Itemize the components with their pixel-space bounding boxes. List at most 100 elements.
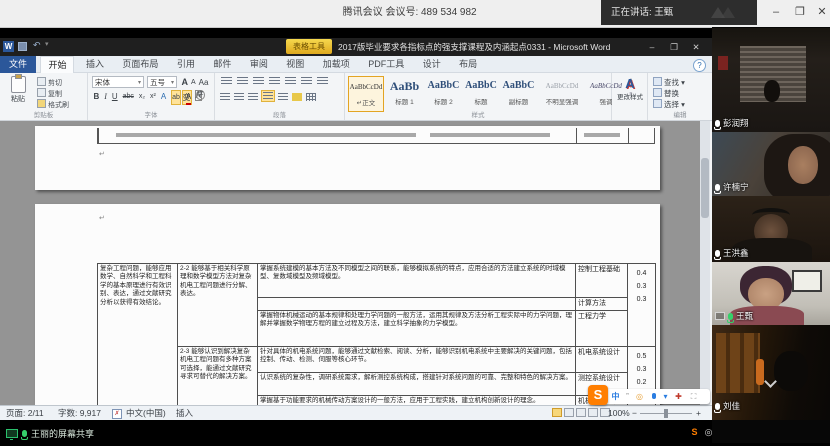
font-size-combo[interactable]: 五号 ▾ — [147, 76, 177, 88]
zoom-slider-thumb[interactable] — [664, 409, 668, 418]
grow-font-button[interactable]: A — [182, 76, 189, 89]
zoom-in-button[interactable]: + — [696, 406, 701, 420]
style-title[interactable]: AaBbC 标题 — [464, 76, 498, 112]
soft-keyboard-icon[interactable]: ▾ — [660, 389, 671, 404]
line-spacing-button[interactable] — [277, 92, 289, 102]
insert-mode-indicator[interactable]: 插入 — [176, 406, 193, 420]
font-color-button[interactable]: A — [185, 90, 192, 105]
replace-button[interactable]: 替换 — [653, 88, 679, 99]
cell-desc[interactable]: 掌握物体机械运动的基本规律和处理力学问题的一般方法，运用其规律及方法分析工程实际… — [257, 310, 576, 347]
cell-desc[interactable]: 掌握系统建模的基本方法及不同模型之间的联系，能够模拟系统的特点，应用合适的方法建… — [257, 263, 576, 298]
decrease-indent-icon[interactable] — [268, 77, 280, 86]
web-layout-view-icon[interactable] — [576, 408, 586, 417]
borders-button[interactable] — [305, 92, 317, 102]
paste-button[interactable]: 粘贴 — [4, 74, 32, 104]
bullet-list-icon[interactable] — [220, 77, 232, 86]
copy-button[interactable]: 复制 — [37, 88, 62, 99]
tab-view[interactable]: 视图 — [279, 56, 311, 73]
tab-pdf-tools[interactable]: PDF工具 — [361, 56, 411, 73]
page-indicator[interactable]: 页面: 2/11 — [6, 406, 44, 420]
tab-table-layout[interactable]: 布局 — [452, 56, 484, 73]
tab-file[interactable]: 文件 — [0, 56, 37, 73]
save-icon[interactable] — [18, 42, 27, 51]
tab-home[interactable]: 开始 — [40, 56, 75, 73]
tab-references[interactable]: 引用 — [170, 56, 202, 73]
strikethrough-button[interactable]: abc — [123, 90, 134, 103]
meeting-minimize-button[interactable]: – — [766, 0, 786, 25]
skin-icon[interactable]: ◎ — [634, 389, 645, 404]
meeting-close-button[interactable]: ✕ — [812, 0, 830, 25]
toolbox-icon[interactable]: ✚ — [673, 389, 684, 404]
cut-button[interactable]: 剪切 — [37, 77, 62, 88]
cell-course[interactable]: 工程力学 — [575, 310, 628, 347]
cell-course[interactable]: 控制工程基础 — [575, 263, 628, 298]
proofing-icon[interactable]: ✗ — [112, 409, 122, 419]
cell-desc[interactable] — [257, 297, 576, 311]
cell-desc[interactable]: 认识系统的复杂性，调研系统需求，解析测控系统构成，搭建针对系统问题的可靠、完整和… — [257, 372, 576, 396]
underline-button[interactable]: U — [112, 90, 118, 103]
highlight-button[interactable]: ab — [171, 90, 181, 105]
participant-video[interactable]: 王甄 — [712, 262, 830, 325]
cell-desc[interactable]: 针对具体的机电系统问题，能够通过文献检索、阅读、分析，能够识别机电系统中主要解决… — [257, 346, 576, 373]
show-marks-icon[interactable] — [316, 77, 328, 86]
tab-table-design[interactable]: 设计 — [416, 56, 448, 73]
cell-indicator-2-2[interactable]: 2-2 能够基于相关科学原理和数学模型方法对复杂机电工程问题进行分解、表达。 — [177, 263, 258, 347]
zoom-level[interactable]: 100% — [608, 406, 630, 420]
outline-view-icon[interactable] — [588, 408, 598, 417]
style-heading2[interactable]: AaBbC 标题 2 — [425, 76, 462, 112]
undo-icon[interactable]: ↶ — [33, 40, 41, 51]
participant-video[interactable]: 许楠宁 — [712, 132, 830, 196]
tab-addins[interactable]: 加载项 — [316, 56, 357, 73]
tab-mailings[interactable]: 邮件 — [206, 56, 238, 73]
expand-icon[interactable]: ⛶ — [688, 389, 699, 404]
shrink-font-button[interactable]: A — [191, 76, 196, 89]
find-button[interactable]: 查找 ▾ — [653, 77, 685, 88]
multilevel-list-icon[interactable] — [252, 77, 264, 86]
enclose-characters-button[interactable]: 字 — [196, 90, 205, 100]
tab-page-layout[interactable]: 页面布局 — [115, 56, 165, 73]
help-icon[interactable]: ? — [693, 59, 706, 72]
participant-video[interactable]: 刘佳 — [712, 325, 830, 420]
tab-review[interactable]: 审阅 — [243, 56, 275, 73]
tab-insert[interactable]: 插入 — [79, 56, 111, 73]
chinese-mode-icon[interactable]: 中 — [610, 389, 621, 404]
voice-input-icon[interactable] — [648, 389, 659, 404]
increase-indent-icon[interactable] — [284, 77, 296, 86]
quick-access-dropdown-icon[interactable]: ▾ — [45, 40, 49, 48]
word-minimize-button[interactable]: – — [642, 38, 662, 56]
print-layout-view-icon[interactable] — [552, 408, 562, 417]
align-left-button[interactable] — [219, 92, 231, 102]
sogou-input-bar[interactable]: S 中 ” ◎ ▾ ✚ ⛶ — [588, 385, 710, 405]
bold-button[interactable]: B — [94, 90, 100, 103]
word-restore-button[interactable]: ❐ — [664, 38, 684, 56]
word-close-button[interactable]: ✕ — [686, 38, 706, 56]
style-normal[interactable]: AaBbCcDd ↵正文 — [348, 76, 384, 112]
word-count[interactable]: 字数: 9,917 — [58, 406, 101, 420]
meeting-restore-button[interactable]: ❐ — [790, 0, 810, 25]
subscript-button[interactable]: x₂ — [139, 90, 145, 103]
shading-button[interactable] — [291, 92, 303, 102]
font-family-combo[interactable]: 宋体 ▾ — [92, 76, 144, 88]
cell-course[interactable]: 机电系统设计 — [575, 346, 628, 373]
punctuation-icon[interactable]: ” — [622, 389, 633, 404]
cell-requirement[interactable]: 复杂工程问题，能够应用数学、自然科学和工程科学的基本原理进行有效识别、表达，通过… — [97, 263, 178, 405]
cell-desc[interactable]: 掌握基于功能要求的机械传动方案设计的一般方法，应用于工程实践，建立机构创新设计的… — [257, 395, 576, 405]
superscript-button[interactable]: x² — [150, 90, 156, 103]
change-case-button[interactable]: Aa — [199, 76, 209, 89]
zoom-out-button[interactable]: − — [632, 406, 637, 420]
cell-weights-1[interactable]: 0.4 0.3 0.3 — [627, 263, 656, 347]
tray-sogou-icon[interactable]: S — [688, 424, 701, 440]
text-effects-button[interactable]: A — [161, 90, 166, 103]
cell-course[interactable]: 计算方法 — [575, 297, 628, 311]
style-subtitle[interactable]: AaBbC 副标题 — [500, 76, 537, 112]
italic-button[interactable]: I — [104, 90, 107, 103]
numbered-list-icon[interactable] — [236, 77, 248, 86]
style-heading1[interactable]: AaBb 标题 1 — [386, 76, 423, 112]
style-subtle-emphasis[interactable]: AaBbCcDd 不明显强调 — [539, 76, 585, 112]
align-right-button[interactable] — [247, 92, 259, 102]
language-indicator[interactable]: 中文(中国) — [126, 406, 166, 420]
participant-video[interactable]: 彭润翔 — [712, 28, 830, 132]
cell-indicator-2-3[interactable]: 2-3 能够认识到解决复杂机电工程问题有多种方案可选择，能通过文献研究寻求可替代… — [177, 346, 258, 405]
participant-video[interactable]: 王洪鑫 — [712, 196, 830, 262]
fullscreen-view-icon[interactable] — [564, 408, 574, 417]
